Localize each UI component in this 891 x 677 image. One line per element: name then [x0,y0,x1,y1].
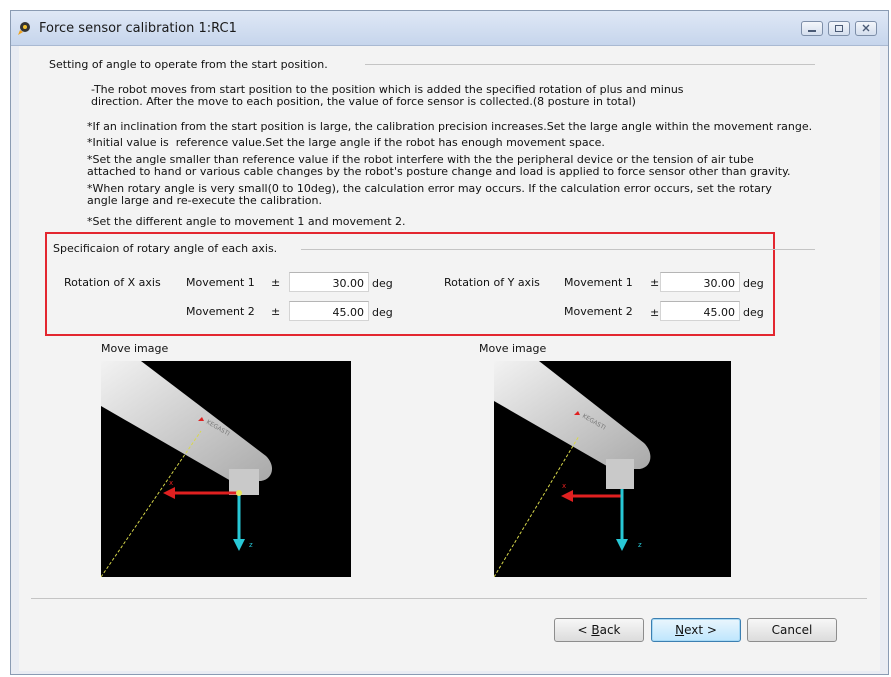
dashed-guide-line [101,430,202,577]
move-image-label-left: Move image [101,342,169,355]
robot-app-icon [18,22,30,35]
dialog-content: Setting of angle to operate from the sta… [19,46,880,671]
y-movement-2-sign: ± [650,306,660,319]
x-movement-1-unit: deg [372,277,393,290]
next-button[interactable]: Next > [651,618,741,642]
note-precision: *If an inclination from the start positi… [87,120,813,133]
x-axis-letter: x [169,479,173,487]
z-arrow-head [616,539,628,551]
x-movement-2-unit: deg [372,306,393,319]
x-arrow-head [163,487,175,499]
dashed-guide-line [494,435,580,577]
z-axis-letter: z [249,541,253,549]
minimize-icon [808,30,816,32]
arm-link-shape [494,361,651,469]
x-movement-2-sign: ± [271,305,281,318]
note-different-angle: *Set the different angle to movement 1 a… [87,215,406,228]
z-arrow-head [233,539,245,551]
y-axis-label: Rotation of Y axis [444,276,540,289]
robot-arm-x-illustration: KEGASTI x z [101,361,273,577]
wrist-shape [606,459,634,489]
footer-divider [31,598,867,599]
move-image-label-right: Move image [479,342,547,355]
minimize-button[interactable] [801,21,823,36]
note-small-angle-2: angle large and re-execute the calibrati… [87,194,322,207]
description-line-2: direction. After the move to each positi… [91,95,636,108]
x-movement-1-input[interactable] [289,272,369,292]
arm-link-shape [101,361,273,481]
x-arrow-head [561,490,573,502]
back-button[interactable]: < Back [554,618,644,642]
tool-center-point [236,490,242,496]
back-mnemonic: B [591,623,600,637]
cancel-button[interactable]: Cancel [747,618,837,642]
maximize-icon [835,25,843,32]
spec-header: Specificaion of rotary angle of each axi… [53,242,278,255]
y-movement-2-input[interactable] [660,301,740,321]
maximize-button[interactable] [828,21,850,36]
y-movement-1-label: Movement 1 [564,276,633,289]
section-divider [365,64,815,65]
y-movement-1-input[interactable] [660,272,740,292]
y-movement-2-label: Movement 2 [564,305,633,318]
close-icon [862,24,870,32]
x-movement-2-input[interactable] [289,301,369,321]
move-image-x-axis: KEGASTI x z [101,361,351,577]
z-axis-letter: z [638,541,642,549]
x-axis-letter: x [562,482,566,490]
next-mnemonic: N [675,623,685,637]
next-rest: ext > [684,623,717,637]
wrist-shape [229,469,259,495]
back-rest: ack [599,623,621,637]
spec-divider [301,249,815,250]
section-header: Setting of angle to operate from the sta… [49,58,328,71]
x-axis-label: Rotation of X axis [64,276,161,289]
note-initial-value: *Initial value is reference value.Set th… [87,136,605,149]
x-movement-1-label: Movement 1 [186,276,255,289]
calibration-window: Force sensor calibration 1:RC1 Setting o… [10,10,889,675]
window-title: Force sensor calibration 1:RC1 [39,21,237,36]
x-movement-2-label: Movement 2 [186,305,255,318]
back-prefix: < [577,623,592,637]
y-movement-2-unit: deg [743,306,764,319]
note-interference-2: attached to hand or various cable change… [87,165,791,178]
title-bar: Force sensor calibration 1:RC1 [11,11,888,46]
robot-arm-y-illustration: KEGASTI x z [494,361,651,577]
y-movement-1-unit: deg [743,277,764,290]
y-movement-1-sign: ± [650,276,660,289]
move-image-y-axis: KEGASTI x z [494,361,731,577]
close-button[interactable] [855,21,877,36]
x-movement-1-sign: ± [271,276,281,289]
